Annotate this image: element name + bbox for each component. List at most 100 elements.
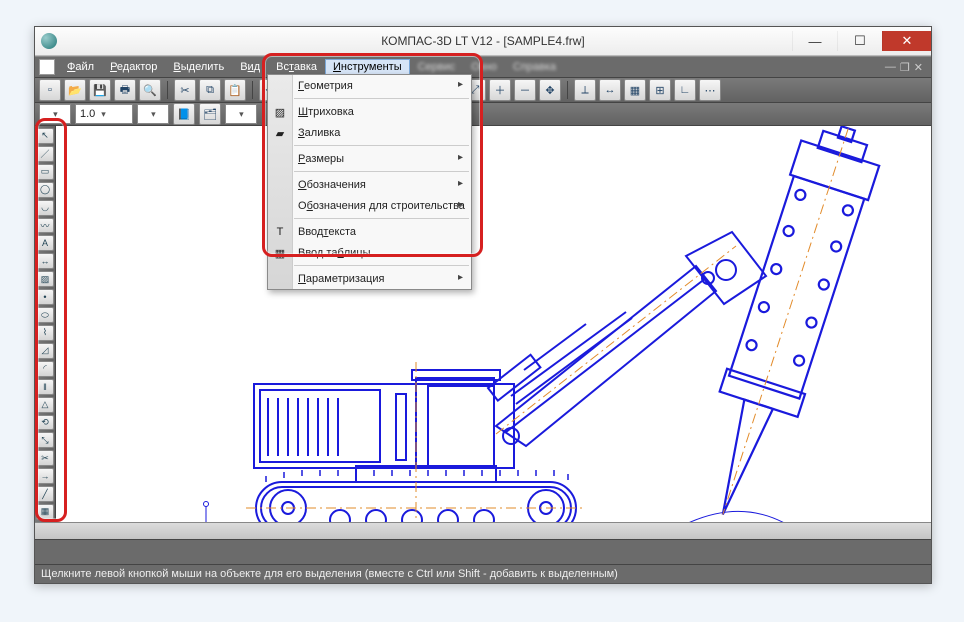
mirror-icon[interactable]: △ — [36, 397, 54, 413]
table-icon: ▦ — [272, 245, 288, 261]
menu-editor[interactable]: Редактор — [102, 59, 165, 75]
submenu-arrow-icon: ▸ — [458, 79, 463, 90]
submenu-arrow-icon: ▸ — [458, 272, 463, 283]
extend-icon[interactable]: → — [36, 468, 54, 484]
dd-hatching[interactable]: ▨Штриховка — [268, 101, 471, 122]
menu-tools[interactable]: Инструменты — [325, 59, 410, 75]
paste-icon[interactable]: 📋 — [224, 79, 246, 101]
dd-parametrization[interactable]: Параметризация▸ — [268, 268, 471, 289]
circle-icon[interactable]: ◯ — [36, 182, 54, 198]
menu-insert[interactable]: Вставка — [268, 59, 325, 75]
dd-geometry[interactable]: Геометрия▸ — [268, 75, 471, 96]
fill-icon: ▰ — [272, 125, 288, 141]
print-icon[interactable]: 🖶 — [114, 79, 136, 101]
dd-notations[interactable]: Обозначения▸ — [268, 174, 471, 195]
submenu-arrow-icon: ▸ — [458, 199, 463, 210]
rect-icon[interactable]: ▭ — [36, 164, 54, 180]
text-icon[interactable]: A — [36, 235, 54, 251]
ortho-icon[interactable]: ∟ — [674, 79, 696, 101]
zoom-combo[interactable]: 1.0▾ — [75, 104, 133, 124]
left-toolbox: ↖ ／ ▭ ◯ ◡ 〰 A ↔ ▨ • ⬭ ⌇ ◿ ◜ ‖ △ ⟲ ⤡ ✂ → — [35, 126, 56, 522]
horizontal-scrollbar[interactable] — [35, 522, 931, 539]
doc-icon — [39, 59, 55, 75]
new-icon[interactable]: ▫ — [39, 79, 61, 101]
maximize-button[interactable]: ☐ — [837, 31, 882, 51]
menu-select[interactable]: Выделить — [165, 59, 232, 75]
standard-toolbar: ▫ 📂 💾 🖶 🔍 ✂ ⧉ 📋 ↶ ↷ ◫ ◩ ◪ ≣ ☰ ⤢ ＋ － ✥ ⟂ — [35, 78, 931, 103]
layer-combo[interactable]: ▾ — [39, 104, 71, 124]
zoom-out-icon[interactable]: － — [514, 79, 536, 101]
menu-window[interactable]: Окно — [463, 59, 505, 75]
table-tool-icon[interactable]: ▦ — [36, 504, 54, 520]
separator — [294, 218, 469, 219]
drawing-canvas[interactable] — [56, 126, 931, 522]
separator — [294, 145, 469, 146]
dim-icon[interactable]: ↔ — [36, 253, 54, 269]
workarea: ↖ ／ ▭ ◯ ◡ 〰 A ↔ ▨ • ⬭ ⌇ ◿ ◜ ‖ △ ⟲ ⤡ ✂ → — [35, 126, 931, 522]
polyline-icon[interactable]: ⌇ — [36, 325, 54, 341]
copy-icon[interactable]: ⧉ — [199, 79, 221, 101]
submenu-arrow-icon: ▸ — [458, 152, 463, 163]
hatch-icon[interactable]: ▨ — [36, 271, 54, 287]
separator — [294, 265, 469, 266]
chamfer-icon[interactable]: ◿ — [36, 343, 54, 359]
status-text: Щелкните левой кнопкой мыши на объекте д… — [41, 568, 618, 580]
separator — [264, 105, 265, 123]
trim-icon[interactable]: ✂ — [36, 450, 54, 466]
pan-icon[interactable]: ✥ — [539, 79, 561, 101]
menu-help[interactable]: Справка — [505, 59, 564, 75]
dd-text-input[interactable]: TВвод текста — [268, 221, 471, 242]
dd-table-input[interactable]: ▦Ввод таблицы — [268, 242, 471, 263]
break-icon[interactable]: ╱ — [36, 486, 54, 502]
preview-icon[interactable]: 🔍 — [139, 79, 161, 101]
rotate-icon[interactable]: ⟲ — [36, 415, 54, 431]
separator — [294, 171, 469, 172]
dim-style-icon[interactable]: ⟂ — [574, 79, 596, 101]
mdi-controls: — ❐ ✕ — [885, 61, 927, 74]
mdi-close-icon[interactable]: ✕ — [914, 61, 923, 74]
close-button[interactable]: ✕ — [882, 31, 931, 51]
tools-dropdown: Геометрия▸ ▨Штриховка ▰Заливка Размеры▸ … — [267, 74, 472, 290]
menu-service[interactable]: Сервис — [410, 59, 464, 75]
menubar: Файл Редактор Выделить Вид Вставка Инстр… — [35, 56, 931, 78]
scale-icon[interactable]: ⤡ — [36, 432, 54, 448]
statusbar: Щелкните левой кнопкой мыши на объекте д… — [35, 564, 931, 583]
app-window: КОМПАС-3D LT V12 - [SAMPLE4.frw] — ☐ ✕ Ф… — [34, 26, 932, 584]
zoom-in-icon[interactable]: ＋ — [489, 79, 511, 101]
window-controls: — ☐ ✕ — [792, 31, 931, 51]
select-icon[interactable]: ↖ — [36, 128, 54, 144]
dd-dimensions[interactable]: Размеры▸ — [268, 148, 471, 169]
measure-icon[interactable]: ↔ — [599, 79, 621, 101]
minimize-button[interactable]: — — [792, 31, 837, 51]
save-icon[interactable]: 💾 — [89, 79, 111, 101]
ellipse-icon[interactable]: ⬭ — [36, 307, 54, 323]
menu-view[interactable]: Вид — [232, 59, 268, 75]
spline-icon[interactable]: 〰 — [36, 218, 54, 234]
cut-icon[interactable]: ✂ — [174, 79, 196, 101]
tags-icon[interactable]: 🗂 — [199, 103, 221, 125]
point-icon[interactable]: • — [36, 289, 54, 305]
open-icon[interactable]: 📂 — [64, 79, 86, 101]
app-icon — [41, 33, 57, 49]
arc-icon[interactable]: ◡ — [36, 200, 54, 216]
separator — [294, 98, 469, 99]
view-toolbar: ▾ 1.0▾ ▾ 📘 🗂 ▾ ◆ ◇ ▦ ≣ — [35, 103, 931, 126]
menu-file[interactable]: Файл — [59, 59, 102, 75]
hatch-icon: ▨ — [272, 104, 288, 120]
separator — [252, 81, 253, 99]
dd-fill[interactable]: ▰Заливка — [268, 122, 471, 143]
linetype-combo[interactable]: ▾ — [225, 104, 257, 124]
titlebar: КОМПАС-3D LT V12 - [SAMPLE4.frw] — ☐ ✕ — [35, 27, 931, 56]
spacer — [35, 539, 931, 564]
mdi-minimize-icon[interactable]: — — [885, 61, 896, 74]
fillet-icon[interactable]: ◜ — [36, 361, 54, 377]
mdi-restore-icon[interactable]: ❐ — [900, 61, 910, 74]
offset-icon[interactable]: ‖ — [36, 379, 54, 395]
book-icon[interactable]: 📘 — [173, 103, 195, 125]
style-combo[interactable]: ▾ — [137, 104, 169, 124]
snap-icon[interactable]: ⊞ — [649, 79, 671, 101]
misc-icon[interactable]: ⋯ — [699, 79, 721, 101]
dd-notations-construction[interactable]: Обозначения для строительства▸ — [268, 195, 471, 216]
grid-icon[interactable]: ▦ — [624, 79, 646, 101]
line-icon[interactable]: ／ — [36, 146, 54, 162]
